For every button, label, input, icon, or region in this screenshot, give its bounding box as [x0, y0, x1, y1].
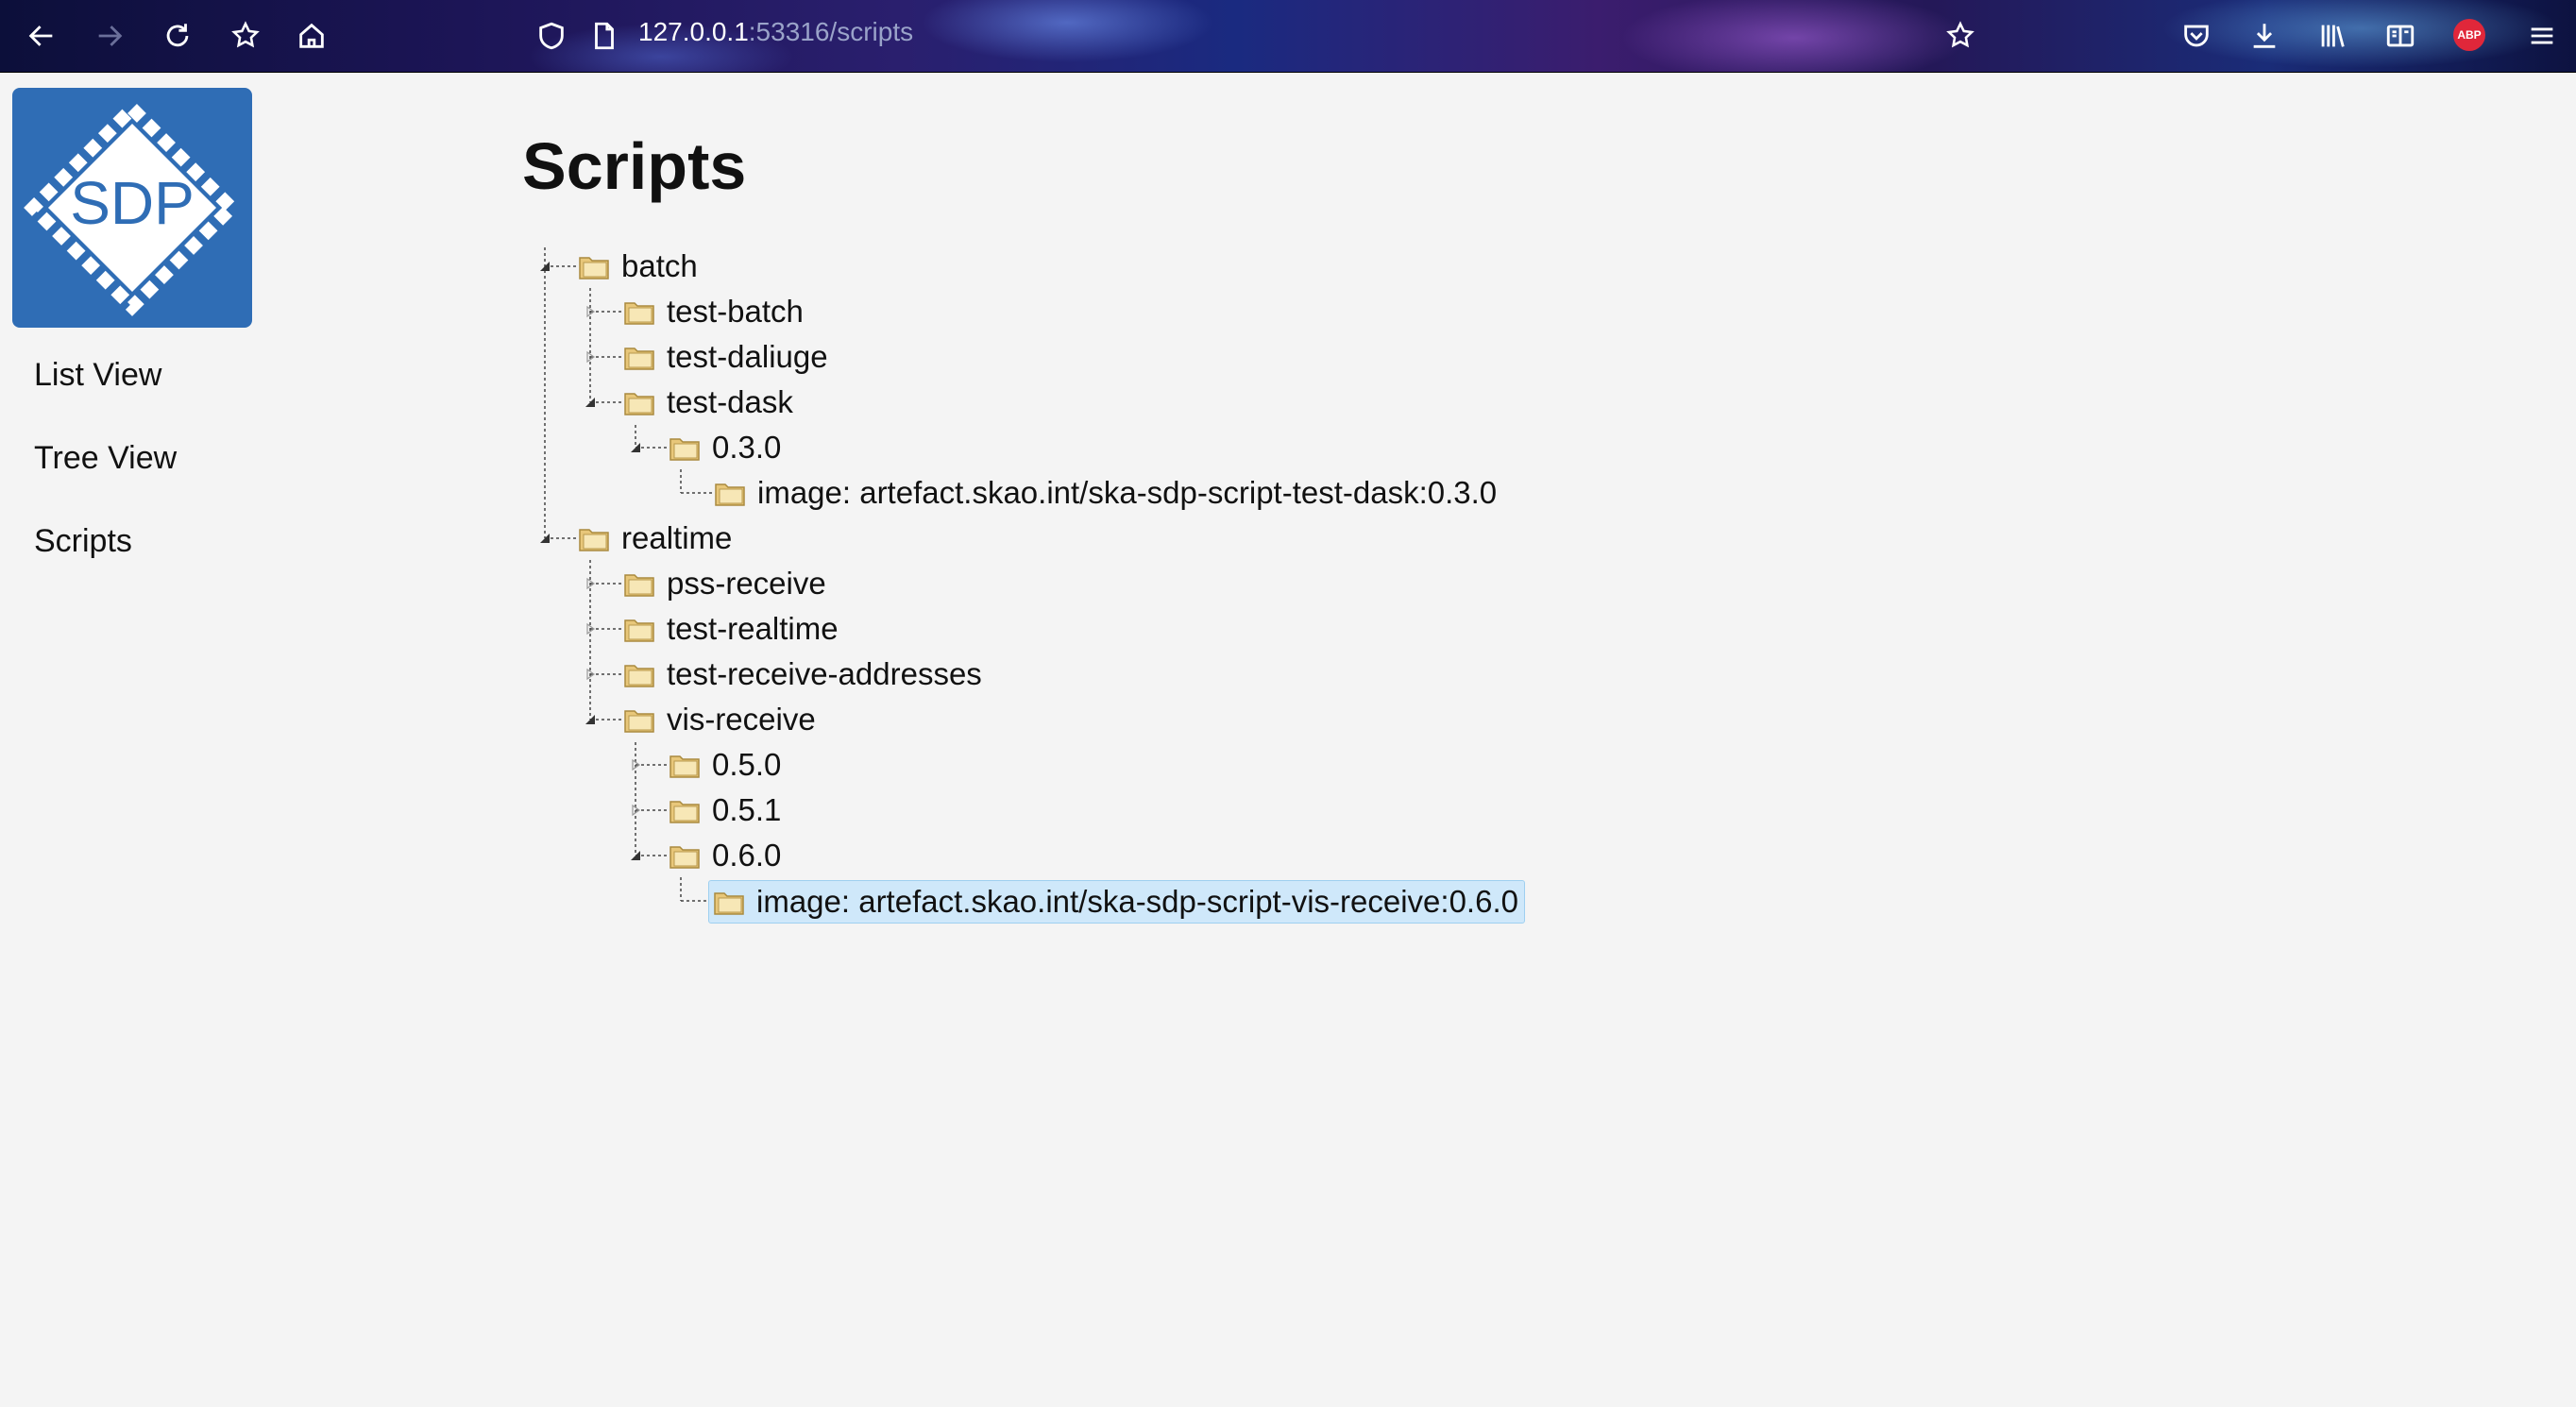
tree-node-label: pss-receive: [667, 566, 826, 601]
folder-icon: [713, 888, 745, 916]
expand-toggle-icon[interactable]: [629, 758, 642, 771]
tree-leaf[interactable]: image: artefact.skao.int/ska-sdp-script-…: [714, 472, 1497, 514]
expand-toggle-icon[interactable]: [629, 804, 642, 817]
folder-icon: [669, 796, 701, 824]
tree-node[interactable]: test-receive-addresses: [623, 653, 982, 695]
tree-node-label: 0.5.1: [712, 792, 782, 827]
expand-toggle-icon[interactable]: [584, 577, 597, 590]
folder-icon: [623, 660, 655, 688]
folder-icon: [623, 705, 655, 734]
collapse-toggle-icon[interactable]: [538, 532, 551, 545]
tree-node[interactable]: 0.6.0: [669, 835, 781, 876]
tree-node[interactable]: test-dask: [623, 381, 793, 423]
tree-node[interactable]: realtime: [578, 517, 732, 559]
folder-icon: [623, 343, 655, 371]
tree-node[interactable]: test-batch: [623, 291, 804, 332]
collapse-toggle-icon[interactable]: [629, 441, 642, 454]
tree-node[interactable]: batch: [578, 246, 698, 287]
folder-icon: [623, 388, 655, 416]
tree-node-label: test-dask: [667, 384, 793, 419]
tree-node-label: realtime: [621, 520, 733, 555]
tree-node-label: image: artefact.skao.int/ska-sdp-script-…: [757, 475, 1498, 510]
folder-icon: [669, 751, 701, 779]
tree-leaf[interactable]: image: artefact.skao.int/ska-sdp-script-…: [708, 880, 1525, 924]
folder-icon: [623, 615, 655, 643]
tree-node-label: test-batch: [667, 294, 804, 329]
tree-node-label: 0.6.0: [712, 838, 782, 873]
folder-icon: [623, 297, 655, 326]
tree-node[interactable]: vis-receive: [623, 699, 816, 740]
tree-node-label: test-daliuge: [667, 339, 828, 374]
tree-node[interactable]: 0.5.1: [669, 789, 781, 831]
tree-node[interactable]: pss-receive: [623, 563, 826, 604]
tree-node[interactable]: 0.3.0: [669, 427, 781, 468]
expand-toggle-icon[interactable]: [584, 668, 597, 681]
tree-node-label: image: artefact.skao.int/ska-sdp-script-…: [756, 884, 1518, 919]
tree-node[interactable]: test-realtime: [623, 608, 839, 650]
folder-icon: [669, 433, 701, 462]
tree-connector-lines: [544, 247, 712, 902]
collapse-toggle-icon[interactable]: [629, 849, 642, 862]
collapse-toggle-icon[interactable]: [584, 396, 597, 409]
tree-node[interactable]: test-daliuge: [623, 336, 828, 378]
collapse-toggle-icon[interactable]: [584, 713, 597, 726]
folder-icon: [623, 569, 655, 598]
folder-icon: [714, 479, 746, 507]
tree-node-label: vis-receive: [667, 702, 816, 737]
folder-icon: [578, 252, 610, 280]
expand-toggle-icon[interactable]: [584, 622, 597, 636]
tree-node-label: batch: [621, 248, 698, 283]
tree-node[interactable]: 0.5.0: [669, 744, 781, 786]
tree-node-label: test-receive-addresses: [667, 656, 982, 691]
collapse-toggle-icon[interactable]: [538, 260, 551, 273]
tree-node-label: 0.5.0: [712, 747, 782, 782]
tree-node-label: 0.3.0: [712, 430, 782, 465]
folder-icon: [669, 841, 701, 870]
expand-toggle-icon[interactable]: [584, 350, 597, 364]
folder-icon: [578, 524, 610, 552]
expand-toggle-icon[interactable]: [584, 305, 597, 318]
tree-node-label: test-realtime: [667, 611, 839, 646]
